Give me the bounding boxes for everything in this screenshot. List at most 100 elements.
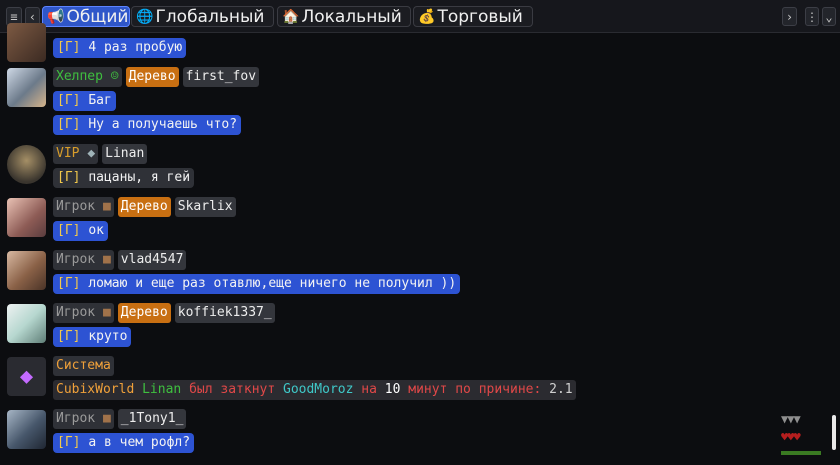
- channel-tag: [Г]: [57, 435, 81, 450]
- avatar[interactable]: [7, 145, 46, 184]
- avatar[interactable]: [7, 304, 46, 343]
- channel-tag: [Г]: [57, 40, 81, 55]
- tab-trade[interactable]: 💰 Торговый: [413, 6, 533, 27]
- rank-badge: Хелпер ☺: [53, 67, 122, 87]
- channel-tag: [Г]: [57, 170, 81, 185]
- role-badge: Дерево: [117, 197, 171, 217]
- hunger-bar: [781, 451, 821, 455]
- avatar[interactable]: [7, 198, 46, 237]
- smiley-icon: ☺: [110, 69, 119, 84]
- chat-messages: [Г] 4 раз пробую Хелпер ☺ Дерево first_f…: [0, 23, 840, 465]
- steve-head-icon: ■: [102, 305, 111, 320]
- channel-tag: [Г]: [57, 117, 81, 132]
- message-bubble: [Г] ломаю и еще раз отавлю,еще ничего не…: [53, 274, 461, 294]
- diamond-icon: ◆: [87, 146, 96, 161]
- player-name[interactable]: Skarlix: [174, 197, 236, 217]
- chat-tab-bar: ≡ ‹ 📢 Общий 🌐 Глобальный 🏠 Локальный 💰 Т…: [0, 0, 840, 33]
- message-header: Система: [53, 356, 114, 376]
- tabs-scroll-right-button[interactable]: ›: [782, 7, 797, 26]
- system-on: на: [361, 382, 377, 397]
- avatar: ◆: [7, 357, 46, 396]
- system-message: CubixWorld Linan был заткнут GoodMoroz н…: [53, 380, 576, 400]
- message-line: [Г] 4 раз пробую: [53, 38, 187, 58]
- message-text: ок: [88, 223, 104, 238]
- role-badge: Дерево: [117, 303, 171, 323]
- moderator-name[interactable]: GoodMoroz: [283, 382, 353, 397]
- message-line: [Г] а в чем рофл?: [53, 433, 195, 453]
- money-bag-icon: 💰: [418, 8, 436, 25]
- message-line: [Г] Ну а получаешь что?: [53, 115, 242, 135]
- message-line: [Г] пацаны, я гей: [53, 168, 195, 188]
- message-bubble: [Г] пацаны, я гей: [53, 168, 195, 188]
- message-bubble: [Г] Ну а получаешь что?: [53, 115, 242, 135]
- chat-scrollbar[interactable]: [832, 415, 836, 450]
- tabs-more-button[interactable]: ⋮: [805, 7, 819, 26]
- message-bubble: [Г] Баг: [53, 91, 116, 111]
- rank-text: Игрок: [56, 252, 96, 267]
- player-name[interactable]: Linan: [102, 144, 148, 164]
- armor-icon: ▼▼▼: [781, 412, 801, 426]
- steve-head-icon: ■: [102, 252, 111, 267]
- tab-local[interactable]: 🏠 Локальный: [277, 6, 411, 27]
- rank-text: Игрок: [56, 305, 96, 320]
- channel-tag: [Г]: [57, 329, 81, 344]
- rank-badge: VIP ◆: [53, 144, 99, 164]
- message-bubble: [Г] а в чем рофл?: [53, 433, 195, 453]
- house-icon: 🏠: [282, 8, 300, 25]
- message-header: VIP ◆ Linan: [53, 144, 148, 164]
- message-header: Игрок ■ Дерево koffiek1337_: [53, 303, 275, 323]
- mute-unit: минут: [408, 382, 448, 397]
- message-header: Игрок ■ Дерево Skarlix: [53, 197, 236, 217]
- system-verb: был заткнут: [189, 382, 276, 397]
- mute-amount: 10: [384, 382, 401, 397]
- avatar[interactable]: [7, 410, 46, 449]
- rank-badge: Игрок ■: [53, 197, 114, 217]
- tab-general[interactable]: 📢 Общий: [42, 6, 130, 27]
- heart-icon: ♥♥♥: [781, 430, 801, 444]
- player-name[interactable]: vlad4547: [117, 250, 187, 270]
- message-line: [Г] Баг: [53, 91, 116, 111]
- avatar[interactable]: [7, 68, 46, 107]
- system-badge: Система: [53, 356, 114, 376]
- message-header: Игрок ■ vlad4547: [53, 250, 187, 270]
- rank-badge: Игрок ■: [53, 303, 114, 323]
- rank-badge: Игрок ■: [53, 409, 114, 429]
- reason-label: по причине:: [455, 382, 542, 397]
- steve-head-icon: ■: [102, 199, 111, 214]
- message-header: Хелпер ☺ Дерево first_fov: [53, 67, 260, 87]
- player-name[interactable]: _1Tony1_: [117, 409, 187, 429]
- rank-text: VIP: [56, 146, 80, 161]
- message-line: [Г] ломаю и еще раз отавлю,еще ничего не…: [53, 274, 461, 294]
- tab-label: Глобальный: [155, 6, 265, 27]
- avatar[interactable]: [7, 251, 46, 290]
- steve-head-icon: ■: [102, 411, 111, 426]
- rank-text: Игрок: [56, 411, 96, 426]
- tab-label: Торговый: [437, 6, 523, 27]
- player-name[interactable]: koffiek1337_: [174, 303, 275, 323]
- channel-tag: [Г]: [57, 223, 81, 238]
- message-line: [Г] круто: [53, 327, 132, 347]
- muted-player[interactable]: Linan: [142, 382, 181, 397]
- globe-icon: 🌐: [136, 8, 154, 25]
- tab-global[interactable]: 🌐 Глобальный: [131, 6, 274, 27]
- message-line: [Г] ок: [53, 221, 108, 241]
- message-text: а в чем рофл?: [88, 435, 191, 450]
- message-text: ломаю и еще раз отавлю,еще ничего не пол…: [88, 276, 457, 291]
- message-text: Баг: [88, 93, 112, 108]
- player-name[interactable]: first_fov: [182, 67, 260, 87]
- megaphone-icon: 📢: [47, 8, 65, 25]
- channel-tag: [Г]: [57, 93, 81, 108]
- message-bubble: [Г] круто: [53, 327, 132, 347]
- rank-badge: Игрок ■: [53, 250, 114, 270]
- avatar[interactable]: [7, 23, 46, 62]
- message-bubble: [Г] 4 раз пробую: [53, 38, 187, 58]
- gem-icon: ◆: [19, 364, 34, 389]
- message-header: Игрок ■ _1Tony1_: [53, 409, 187, 429]
- message-bubble: [Г] ок: [53, 221, 108, 241]
- message-text: пацаны, я гей: [88, 170, 191, 185]
- tabs-expand-button[interactable]: ⌄: [822, 7, 836, 26]
- system-message-line: CubixWorld Linan был заткнут GoodMoroz н…: [53, 380, 576, 400]
- reason-value: 2.1: [549, 382, 573, 397]
- message-text: круто: [88, 329, 128, 344]
- channel-tag: [Г]: [57, 276, 81, 291]
